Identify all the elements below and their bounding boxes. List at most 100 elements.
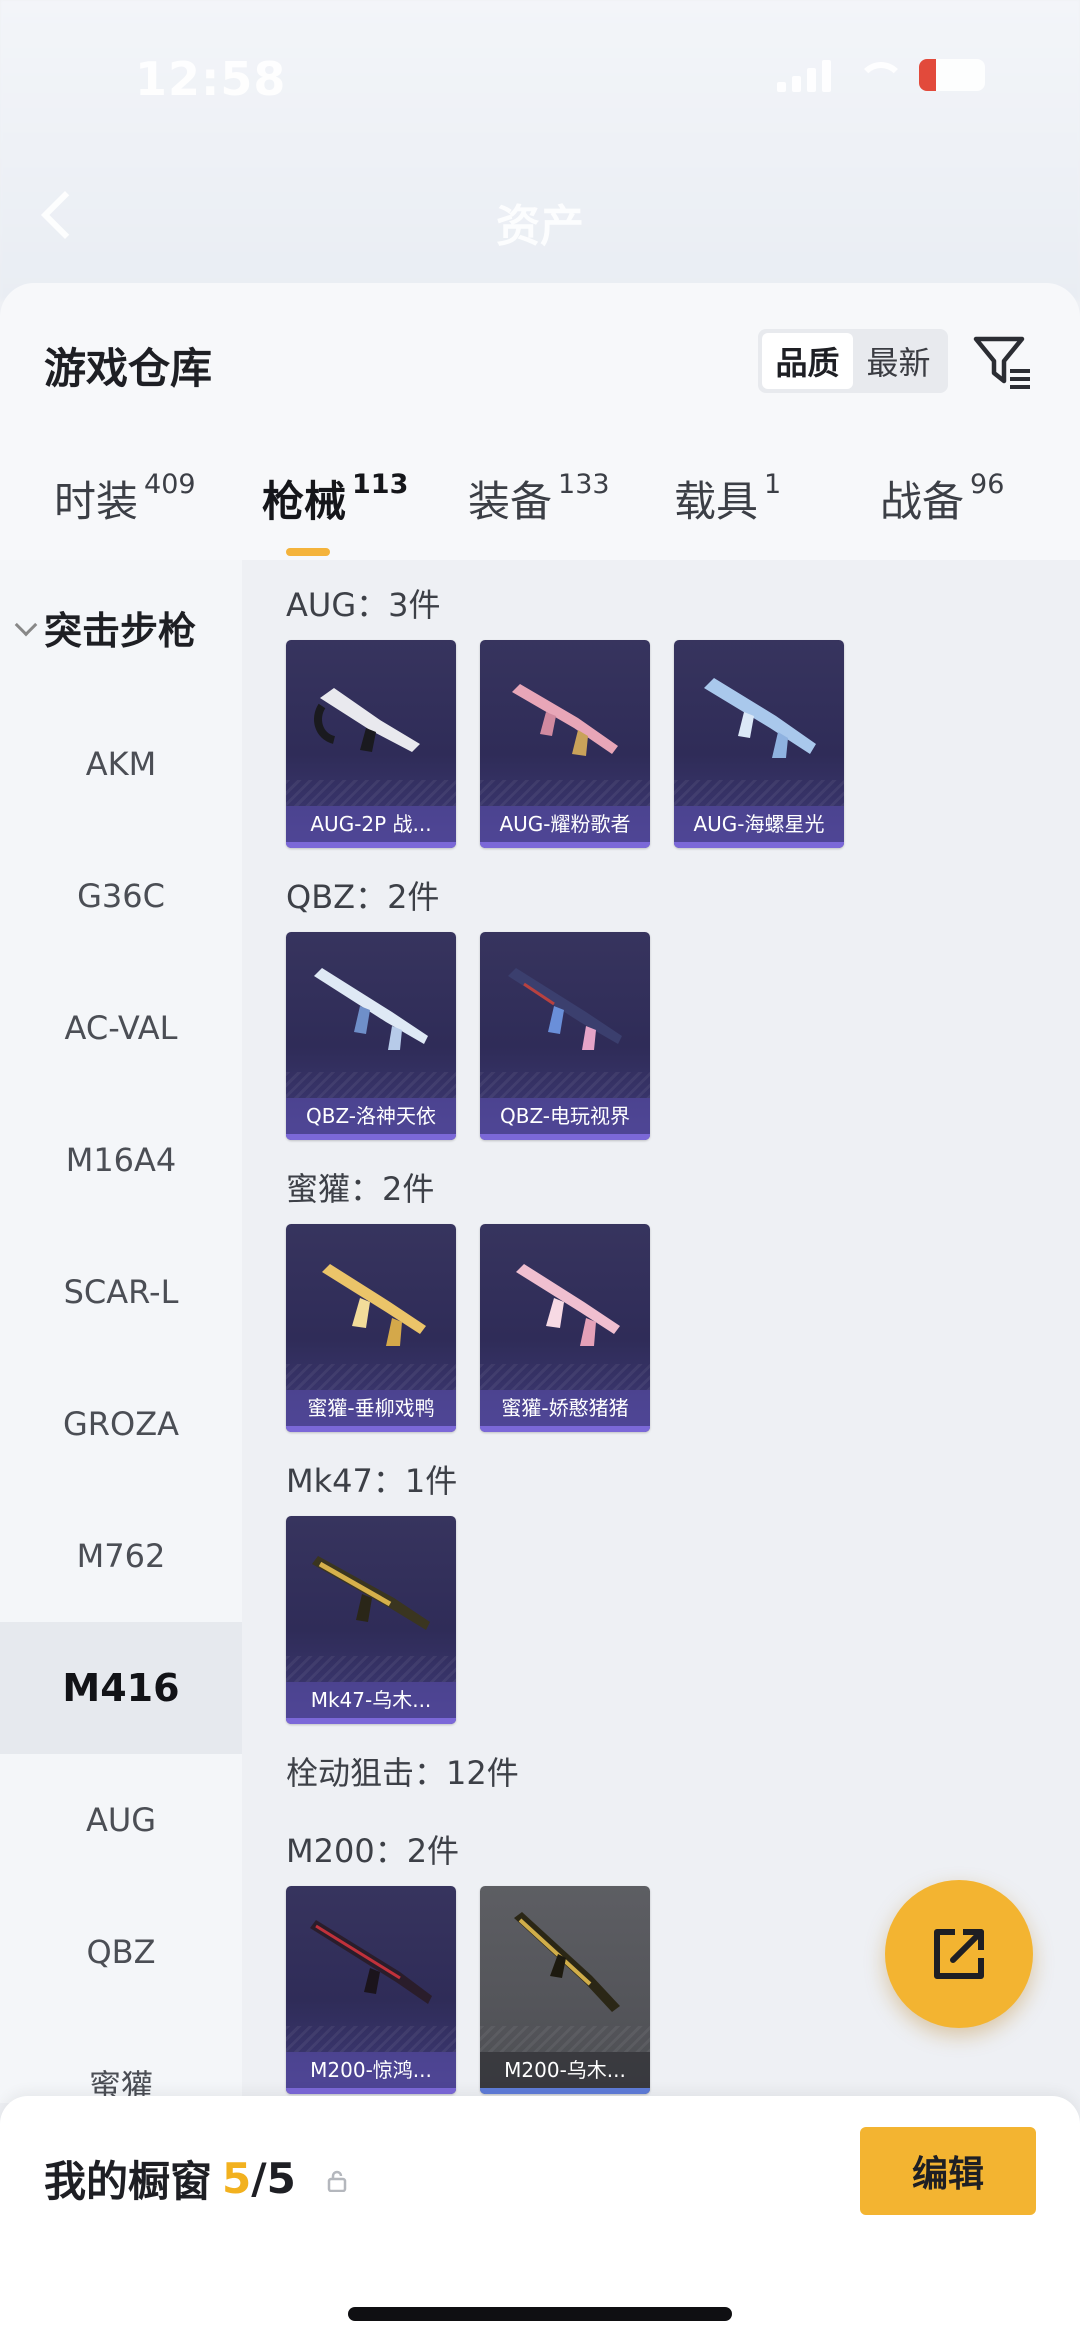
group-label-honey-badger: 蜜獾：2件 (286, 1170, 435, 1208)
tab-supplies[interactable]: 战备 96 (880, 468, 1004, 548)
rifle-icon (314, 968, 428, 1050)
lock-icon (327, 2170, 347, 2192)
filter-icon[interactable] (972, 333, 1034, 395)
showcase-count: 5 (222, 2154, 252, 2203)
rifle-icon (516, 1264, 620, 1346)
sidebar-item-m416[interactable]: M416 (0, 1622, 242, 1754)
rifle-icon (312, 1556, 430, 1630)
skin-name: QBZ-洛神天依 (286, 1098, 456, 1134)
skin-card[interactable]: QBZ-电玩视界 (480, 932, 650, 1140)
sidebar-item-qbz[interactable]: QBZ (0, 1886, 242, 2018)
skin-card[interactable]: AUG-耀粉歌者 (480, 640, 650, 848)
rifle-icon (508, 968, 622, 1050)
sidebar-item-aug[interactable]: AUG (0, 1754, 242, 1886)
page-title: 资产 (496, 201, 584, 252)
status-time: 12:58 (135, 52, 287, 106)
showcase-title: 我的橱窗 (44, 2157, 213, 2206)
tab-label: 时装 (54, 477, 139, 526)
tab-firearms[interactable]: 枪械 113 (262, 468, 409, 556)
rarity-rim (480, 842, 650, 848)
skin-name: AUG-耀粉歌者 (480, 806, 650, 842)
card-decoration (286, 1656, 456, 1682)
skin-card[interactable]: M200-乌木... (480, 1886, 650, 2094)
sniper-icon (514, 1912, 620, 2012)
card-decoration (480, 2026, 650, 2052)
sort-option-newest[interactable]: 最新 (853, 333, 944, 389)
weapon-sidebar: 突击步枪 AKM G36C AC-VAL M16A4 SCAR-L GROZA … (0, 560, 242, 2105)
tab-label: 载具 (674, 477, 759, 526)
sidebar-item-scar-l[interactable]: SCAR-L (0, 1226, 242, 1358)
tab-underline (286, 548, 330, 556)
rarity-rim (674, 842, 844, 848)
skin-name: QBZ-电玩视界 (480, 1098, 650, 1134)
weapon-grid: AUG：3件 AUG-2P 战... AUG-耀粉歌者 AUG-海螺星光 QBZ… (242, 560, 1080, 2103)
sidebar-item-ac-val[interactable]: AC-VAL (0, 962, 242, 1094)
rifle-icon (704, 678, 816, 758)
card-decoration (286, 1072, 456, 1098)
skin-name: 蜜獾-垂柳戏鸭 (286, 1390, 456, 1426)
tab-count: 1 (764, 469, 782, 500)
tab-equipment[interactable]: 装备 133 (468, 468, 610, 548)
rarity-rim (286, 1426, 456, 1432)
share-button[interactable] (885, 1880, 1033, 2028)
sidebar-item-akm[interactable]: AKM (0, 698, 242, 830)
tab-count: 113 (352, 469, 409, 500)
skin-name: AUG-海螺星光 (674, 806, 844, 842)
showcase-bar: 我的橱窗 5 /5 编辑 (0, 2096, 1080, 2341)
status-icons (777, 58, 985, 92)
rarity-rim (286, 2088, 456, 2094)
card-decoration (286, 1364, 456, 1390)
card-decoration (286, 780, 456, 806)
skin-card[interactable]: QBZ-洛神天依 (286, 932, 456, 1140)
skin-card[interactable]: 蜜獾-娇憨猪猪 (480, 1224, 650, 1432)
chevron-down-icon (14, 613, 38, 636)
rarity-rim (480, 1426, 650, 1432)
skin-card[interactable]: AUG-2P 战... (286, 640, 456, 848)
sidebar-category-label: 突击步枪 (44, 609, 197, 653)
edit-button[interactable]: 编辑 (860, 2127, 1036, 2215)
skin-card[interactable]: 蜜獾-垂柳戏鸭 (286, 1224, 456, 1432)
signal-icon (777, 58, 831, 92)
skin-name: Mk47-乌木... (286, 1682, 456, 1718)
skin-card[interactable]: AUG-海螺星光 (674, 640, 844, 848)
rarity-rim (286, 1718, 456, 1724)
card-decoration (674, 780, 844, 806)
card-decoration (480, 780, 650, 806)
sidebar-category[interactable]: 突击步枪 (14, 600, 197, 655)
sheet-title: 游戏仓库 (44, 344, 213, 393)
card-decoration (480, 1072, 650, 1098)
skin-card[interactable]: M200-惊鸿... (286, 1886, 456, 2094)
tab-vehicles[interactable]: 载具 1 (674, 468, 781, 548)
skin-name: 蜜獾-娇憨猪猪 (480, 1390, 650, 1426)
sidebar-item-g36c[interactable]: G36C (0, 830, 242, 962)
category-tabs: 时装 409 枪械 113 装备 133 载具 1 战备 96 (0, 468, 1080, 568)
card-decoration (480, 1364, 650, 1390)
card-decoration (286, 2026, 456, 2052)
tab-label: 枪械 (262, 477, 347, 526)
sniper-icon (310, 1920, 432, 2004)
group-label-bolt-action: 栓动狙击：12件 (286, 1754, 519, 1792)
rifle-icon (322, 1264, 426, 1346)
sort-option-quality[interactable]: 品质 (762, 333, 853, 389)
skin-name: M200-乌木... (480, 2052, 650, 2088)
battery-icon (919, 59, 985, 91)
showcase-label: 我的橱窗 5 /5 (44, 2148, 348, 2209)
tab-outfits[interactable]: 时装 409 (54, 468, 196, 548)
sidebar-item-m762[interactable]: M762 (0, 1490, 242, 1622)
sidebar-item-m16a4[interactable]: M16A4 (0, 1094, 242, 1226)
group-label-qbz: QBZ：2件 (286, 878, 440, 916)
tab-count: 133 (558, 469, 610, 500)
skin-name: AUG-2P 战... (286, 806, 456, 842)
rifle-icon (512, 684, 618, 756)
rarity-rim (480, 2088, 650, 2094)
rarity-rim (286, 1134, 456, 1140)
group-label-m200: M200：2件 (286, 1832, 460, 1870)
group-label-aug: AUG：3件 (286, 586, 441, 624)
home-indicator[interactable] (348, 2307, 732, 2321)
sort-toggle[interactable]: 品质 最新 (758, 329, 948, 393)
share-icon (934, 1929, 984, 1979)
skin-card[interactable]: Mk47-乌木... (286, 1516, 456, 1724)
wifi-icon (853, 58, 905, 92)
sidebar-item-groza[interactable]: GROZA (0, 1358, 242, 1490)
rarity-rim (286, 842, 456, 848)
